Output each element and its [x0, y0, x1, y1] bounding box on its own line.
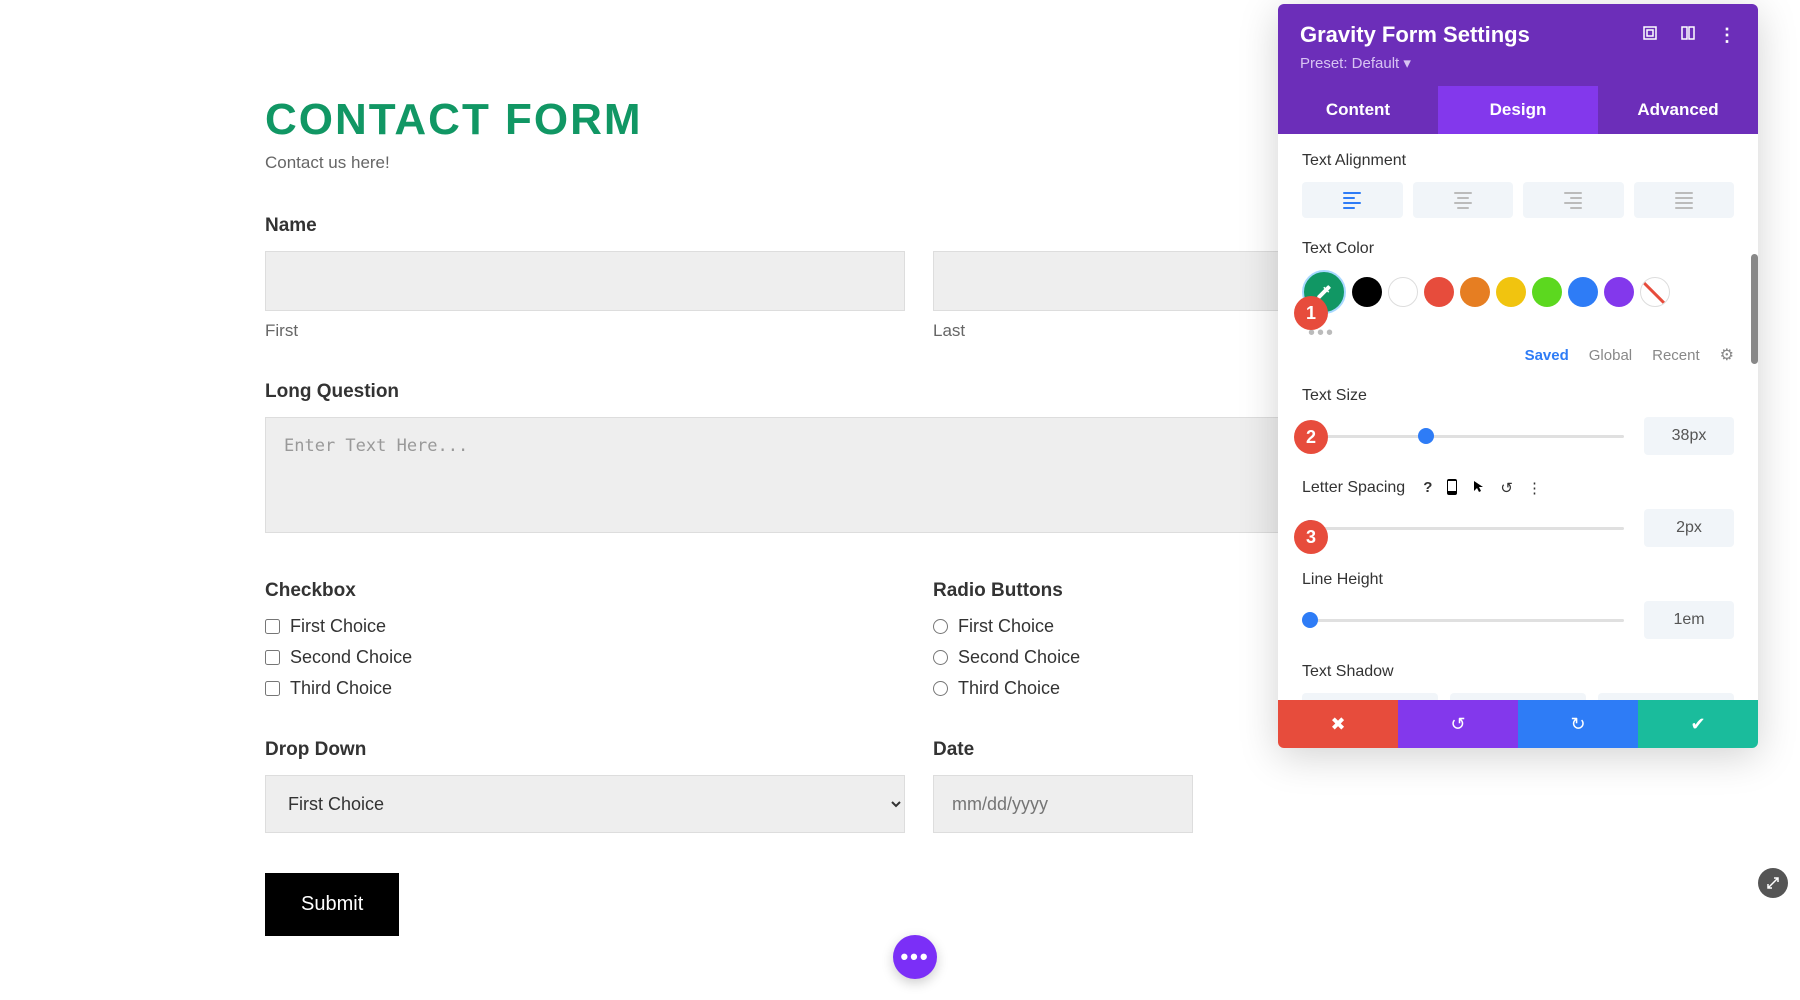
scrollbar[interactable]: [1751, 254, 1758, 364]
dropdown-label: Drop Down: [265, 739, 905, 761]
checkbox-input[interactable]: [265, 619, 280, 634]
letter-spacing-label: Letter Spacing: [1302, 479, 1405, 497]
list-item: Third Choice: [265, 678, 905, 699]
color-tab-global[interactable]: Global: [1589, 347, 1632, 364]
maximize-icon[interactable]: [1642, 25, 1658, 46]
hover-icon[interactable]: [1472, 479, 1486, 497]
columns-icon[interactable]: [1680, 25, 1696, 46]
line-height-value[interactable]: 1em: [1644, 601, 1734, 639]
expand-icon[interactable]: [1758, 868, 1788, 898]
tab-advanced[interactable]: Advanced: [1598, 86, 1758, 134]
first-name-input[interactable]: [265, 251, 905, 311]
choice-label: First Choice: [290, 616, 386, 637]
radio-input[interactable]: [933, 681, 948, 696]
tab-content[interactable]: Content: [1278, 86, 1438, 134]
help-icon[interactable]: ?: [1423, 479, 1432, 497]
letter-spacing-slider[interactable]: [1302, 518, 1624, 538]
text-alignment-label: Text Alignment: [1302, 152, 1734, 170]
color-swatch[interactable]: [1496, 277, 1526, 307]
reset-icon[interactable]: ↺: [1500, 479, 1513, 497]
color-swatches: [1302, 270, 1734, 314]
color-swatch[interactable]: [1604, 277, 1634, 307]
color-swatch[interactable]: [1424, 277, 1454, 307]
annotation-badge: 2: [1294, 420, 1328, 454]
shadow-preset-button[interactable]: aA: [1598, 693, 1734, 700]
text-size-label: Text Size: [1302, 387, 1734, 405]
more-colors-icon[interactable]: •••: [1308, 322, 1734, 345]
align-justify-button[interactable]: [1634, 182, 1735, 218]
dropdown-select[interactable]: First Choice: [265, 775, 905, 833]
color-swatch[interactable]: [1460, 277, 1490, 307]
color-swatch[interactable]: [1532, 277, 1562, 307]
align-center-button[interactable]: [1413, 182, 1514, 218]
list-item: Second Choice: [265, 647, 905, 668]
checkbox-input[interactable]: [265, 681, 280, 696]
choice-label: First Choice: [958, 616, 1054, 637]
shadow-preset-button[interactable]: aA: [1450, 693, 1586, 700]
annotation-badge: 3: [1294, 520, 1328, 554]
list-item: First Choice: [265, 616, 905, 637]
text-shadow-label: Text Shadow: [1302, 663, 1734, 681]
choice-label: Second Choice: [290, 647, 412, 668]
cancel-button[interactable]: ✖: [1278, 700, 1398, 748]
line-height-slider[interactable]: [1302, 610, 1624, 630]
color-swatch[interactable]: [1352, 277, 1382, 307]
mobile-icon[interactable]: [1446, 479, 1458, 497]
panel-footer: ✖ ↺ ↻ ✔: [1278, 700, 1758, 748]
letter-spacing-value[interactable]: 2px: [1644, 509, 1734, 547]
color-category-tabs: Saved Global Recent ⚙: [1302, 345, 1734, 365]
color-tab-recent[interactable]: Recent: [1652, 347, 1700, 364]
undo-button[interactable]: ↺: [1398, 700, 1518, 748]
panel-tabs: Content Design Advanced: [1278, 86, 1758, 134]
checkbox-list: First Choice Second Choice Third Choice: [265, 616, 905, 699]
submit-button[interactable]: Submit: [265, 873, 399, 936]
radio-input[interactable]: [933, 619, 948, 634]
more-vert-icon[interactable]: ⋮: [1718, 25, 1736, 46]
date-input[interactable]: [933, 775, 1193, 833]
gear-icon[interactable]: ⚙: [1720, 345, 1734, 365]
align-right-button[interactable]: [1523, 182, 1624, 218]
choice-label: Third Choice: [290, 678, 392, 699]
radio-input[interactable]: [933, 650, 948, 665]
dots-horiz-icon: •••: [900, 944, 929, 970]
line-height-label: Line Height: [1302, 571, 1734, 589]
choice-label: Third Choice: [958, 678, 1060, 699]
more-vert-icon[interactable]: ⋮: [1527, 479, 1542, 497]
annotation-badge: 1: [1294, 296, 1328, 330]
checkbox-input[interactable]: [265, 650, 280, 665]
first-sublabel: First: [265, 321, 905, 341]
settings-panel: Gravity Form Settings ⋮ Preset: Default …: [1278, 4, 1758, 748]
confirm-button[interactable]: ✔: [1638, 700, 1758, 748]
alignment-buttons: [1302, 182, 1734, 218]
shadow-none-button[interactable]: [1302, 693, 1438, 700]
choice-label: Second Choice: [958, 647, 1080, 668]
tab-design[interactable]: Design: [1438, 86, 1598, 134]
text-shadow-options: aA aA: [1302, 693, 1734, 700]
panel-title-text: Gravity Form Settings: [1300, 22, 1530, 48]
color-tab-saved[interactable]: Saved: [1525, 347, 1569, 364]
checkbox-group-label: Checkbox: [265, 580, 905, 602]
more-fab[interactable]: •••: [893, 935, 937, 979]
preset-dropdown[interactable]: Preset: Default ▾: [1300, 54, 1736, 72]
color-swatch[interactable]: [1388, 277, 1418, 307]
text-size-slider[interactable]: [1302, 426, 1624, 446]
panel-body: Text Alignment Text Color •••: [1278, 134, 1758, 700]
color-swatch-none[interactable]: [1640, 277, 1670, 307]
text-size-value[interactable]: 38px: [1644, 417, 1734, 455]
color-swatch[interactable]: [1568, 277, 1598, 307]
text-color-label: Text Color: [1302, 240, 1734, 258]
panel-header: Gravity Form Settings ⋮ Preset: Default …: [1278, 4, 1758, 86]
redo-button[interactable]: ↻: [1518, 700, 1638, 748]
align-left-button[interactable]: [1302, 182, 1403, 218]
